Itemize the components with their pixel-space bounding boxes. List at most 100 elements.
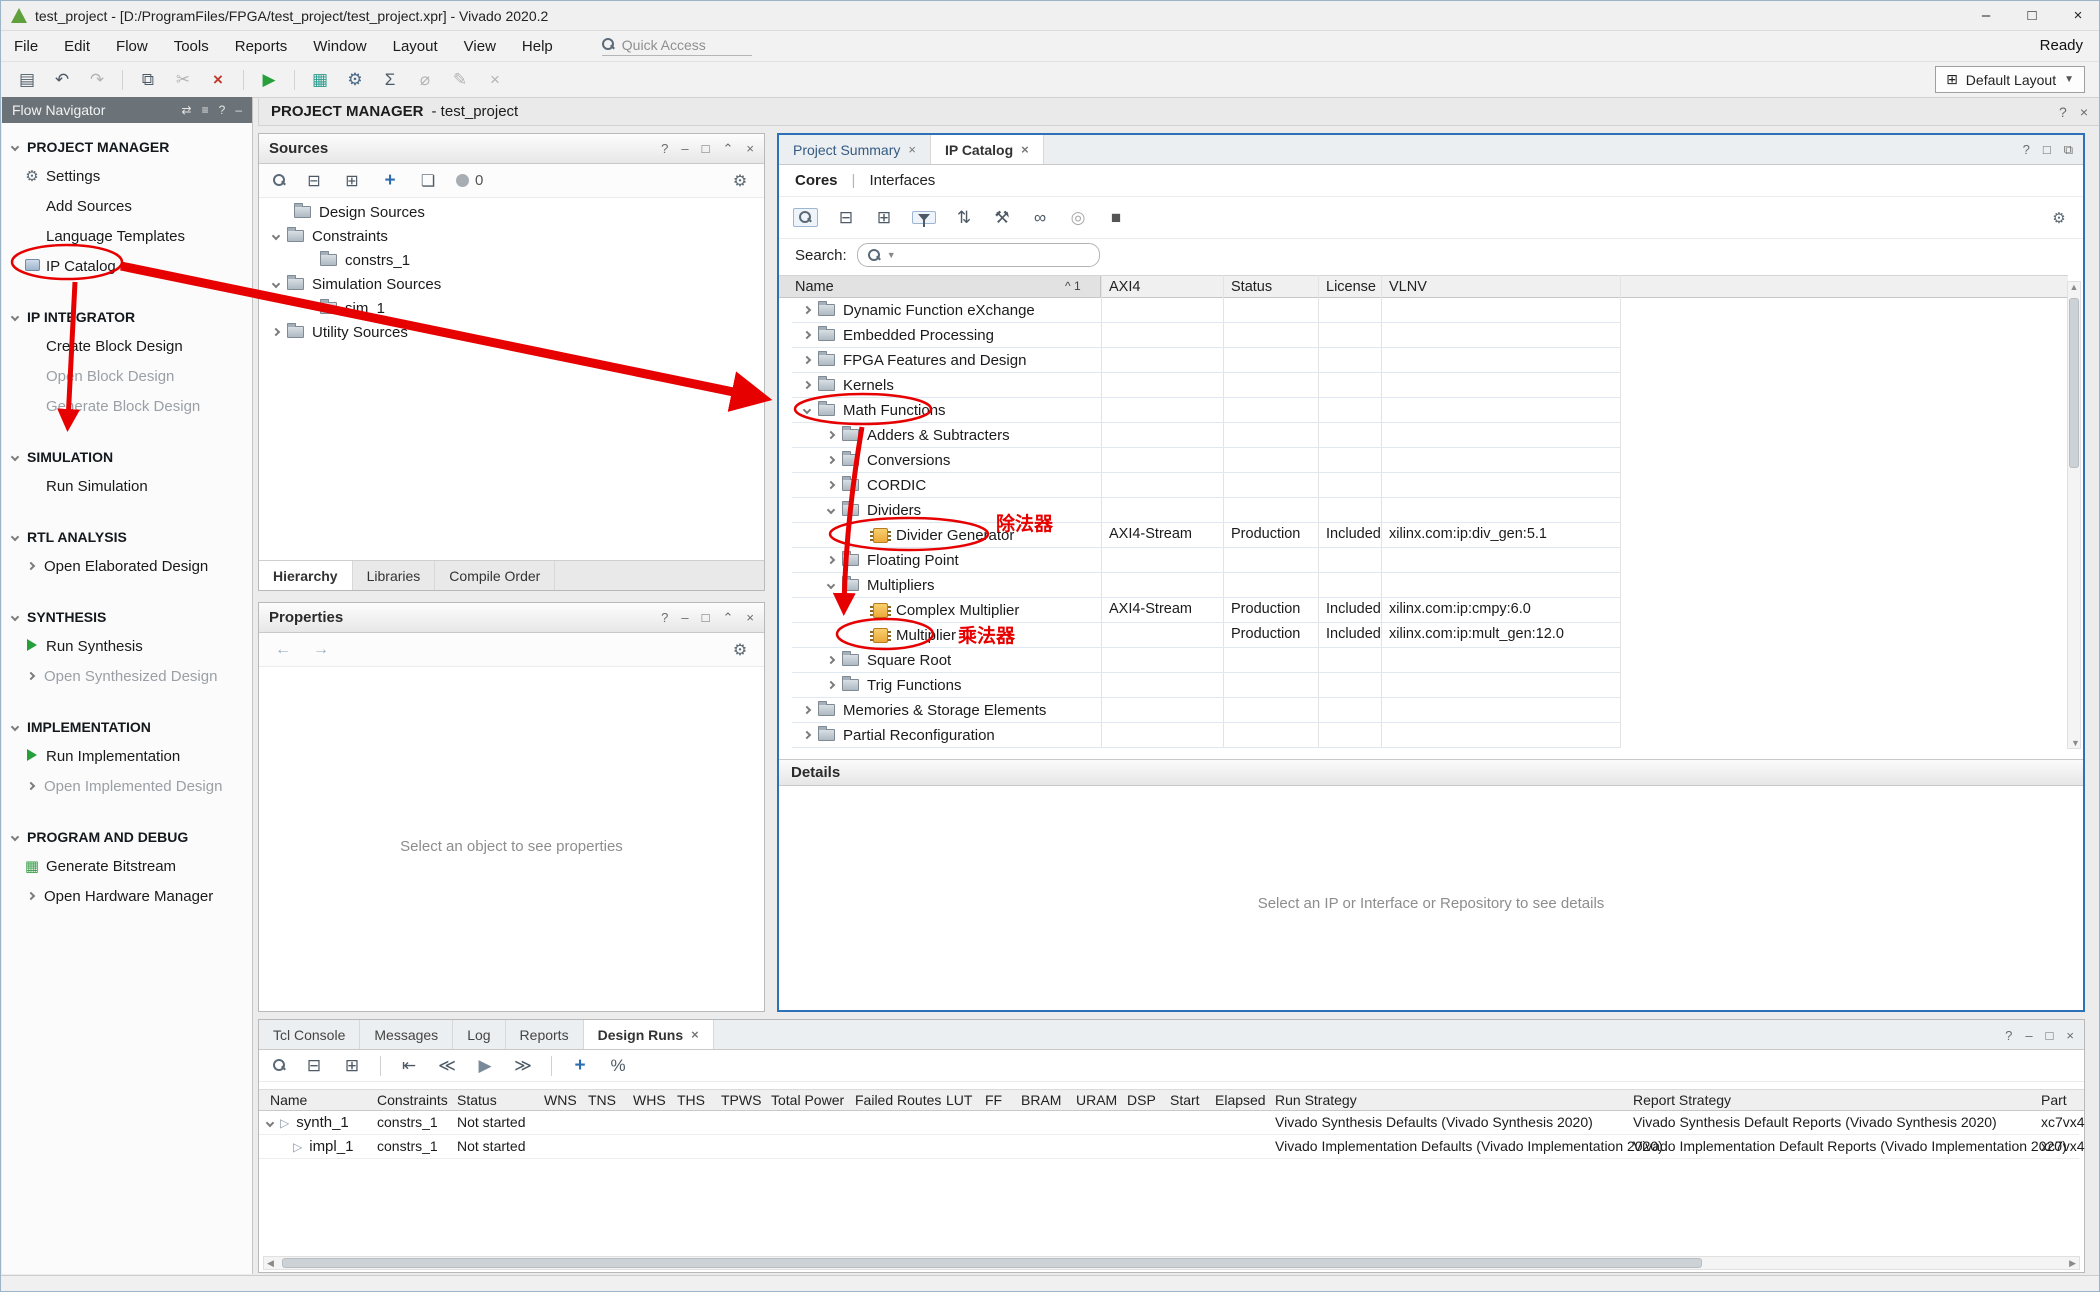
menu-file[interactable]: File	[1, 33, 51, 60]
play-icon[interactable]: ▶	[475, 1056, 495, 1076]
float-icon[interactable]: □	[2043, 142, 2051, 158]
search-toggle-button[interactable]	[793, 208, 818, 227]
edit-icon[interactable]: ✎	[450, 70, 470, 90]
minimize-icon[interactable]: –	[2025, 1028, 2032, 1043]
flownav-item-generate-block-design[interactable]: Generate Block Design	[2, 391, 252, 421]
column-header-tns[interactable]: TNS	[588, 1092, 616, 1108]
chevron-right-icon[interactable]	[803, 381, 811, 389]
flownav-item-add-sources[interactable]: Add Sources	[2, 191, 252, 221]
help-icon[interactable]: ?	[661, 610, 668, 626]
collapse-all-icon[interactable]: ⊟	[304, 1056, 324, 1076]
column-header-elapsed[interactable]: Elapsed	[1215, 1092, 1266, 1108]
close-icon[interactable]: ×	[908, 142, 916, 157]
column-header-wns[interactable]: WNS	[544, 1092, 577, 1108]
run-icon[interactable]: ▶	[259, 70, 279, 90]
ip-row-trig-functions[interactable]: Trig Functions	[792, 673, 1620, 698]
menu-reports[interactable]: Reports	[222, 33, 301, 60]
clear-icon[interactable]: ×	[485, 70, 505, 90]
column-header-name[interactable]: Name	[795, 279, 834, 295]
flownav-item-create-block-design[interactable]: Create Block Design	[2, 331, 252, 361]
percent-icon[interactable]: %	[608, 1056, 628, 1076]
ip-row-partial-reconfiguration[interactable]: Partial Reconfiguration	[792, 723, 1620, 748]
column-header-uram[interactable]: URAM	[1076, 1092, 1117, 1108]
minimize-button[interactable]: –	[1963, 1, 2009, 30]
gear-icon[interactable]: ⚙	[730, 171, 750, 191]
flownav-section-header-program-and-debug[interactable]: PROGRAM AND DEBUG	[2, 823, 252, 851]
close-icon[interactable]: ×	[746, 141, 754, 157]
scroll-left-icon[interactable]: ◀	[267, 1258, 274, 1269]
column-header-failed-routes[interactable]: Failed Routes	[855, 1092, 941, 1108]
flownav-item-open-implemented-design[interactable]: Open Implemented Design	[2, 771, 252, 801]
ip-row-conversions[interactable]: Conversions	[792, 448, 1620, 473]
swap-icon[interactable]: ⇄	[182, 103, 192, 117]
source-tree-item-constraints[interactable]: Constraints	[273, 224, 388, 248]
settings-icon[interactable]: ⚙	[345, 70, 365, 90]
flownav-item-open-block-design[interactable]: Open Block Design	[2, 361, 252, 391]
menu-layout[interactable]: Layout	[380, 33, 451, 60]
tab-project-summary[interactable]: Project Summary×	[779, 135, 931, 164]
tab-hierarchy[interactable]: Hierarchy	[259, 561, 353, 590]
column-header-report-strategy[interactable]: Report Strategy	[1633, 1092, 1731, 1108]
chevron-down-icon[interactable]	[827, 506, 835, 514]
column-header-dsp[interactable]: DSP	[1127, 1092, 1156, 1108]
column-header-total-power[interactable]: Total Power	[771, 1092, 844, 1108]
menu-tools[interactable]: Tools	[161, 33, 222, 60]
ip-row-dynamic-function-exchange[interactable]: Dynamic Function eXchange	[792, 298, 1620, 323]
cut-icon[interactable]: ✂	[173, 70, 193, 90]
copy-icon[interactable]: ⧉	[138, 70, 158, 90]
flownav-item-open-hardware-manager[interactable]: Open Hardware Manager	[2, 881, 252, 911]
column-header-lut[interactable]: LUT	[946, 1092, 972, 1108]
delete-icon[interactable]: ×	[208, 70, 228, 90]
column-header-name[interactable]: Name	[270, 1092, 307, 1108]
fast-forward-icon[interactable]: ≫	[513, 1056, 533, 1076]
chevron-right-icon[interactable]	[803, 306, 811, 314]
target-icon[interactable]: ◎	[1068, 208, 1088, 228]
ip-row-math-functions[interactable]: Math Functions	[792, 398, 1620, 423]
scrollbar-thumb[interactable]	[282, 1258, 1702, 1268]
float-icon[interactable]: □	[702, 610, 710, 626]
vertical-scrollbar[interactable]: ▲▼	[2067, 281, 2081, 749]
flownav-item-run-simulation[interactable]: Run Simulation	[2, 471, 252, 501]
ip-row-fpga-features-and-design[interactable]: FPGA Features and Design	[792, 348, 1620, 373]
maximize-icon[interactable]: ⧉	[2064, 142, 2073, 158]
flownav-item-generate-bitstream[interactable]: ▦Generate Bitstream	[2, 851, 252, 881]
column-header-ths[interactable]: THS	[677, 1092, 705, 1108]
chevron-right-icon[interactable]	[803, 356, 811, 364]
rewind-icon[interactable]: ≪	[437, 1056, 457, 1076]
expand-all-icon[interactable]: ⊞	[342, 171, 362, 191]
flownav-item-ip-catalog[interactable]: IP Catalog	[2, 251, 252, 281]
ip-row-divider-generator[interactable]: Divider GeneratorAXI4-StreamProductionIn…	[792, 523, 1620, 548]
ip-row-dividers[interactable]: Dividers	[792, 498, 1620, 523]
menu-flow[interactable]: Flow	[103, 33, 161, 60]
close-icon[interactable]: ×	[2080, 104, 2088, 120]
chevron-down-icon[interactable]	[803, 406, 811, 414]
tab-reports[interactable]: Reports	[506, 1020, 584, 1049]
chevron-down-icon[interactable]	[272, 232, 280, 240]
minimize-icon[interactable]: –	[681, 141, 688, 157]
report-icon[interactable]: ▦	[310, 70, 330, 90]
view-cores[interactable]: Cores	[795, 172, 838, 189]
redo-icon[interactable]: ↷	[87, 70, 107, 90]
flownav-section-header-implementation[interactable]: IMPLEMENTATION	[2, 713, 252, 741]
chevron-right-icon[interactable]	[827, 456, 835, 464]
save-icon[interactable]: ▤	[17, 70, 37, 90]
flownav-item-open-synthesized-design[interactable]: Open Synthesized Design	[2, 661, 252, 691]
column-divider[interactable]	[1620, 275, 1621, 748]
tab-libraries[interactable]: Libraries	[353, 561, 436, 590]
column-header-axi4[interactable]: AXI4	[1109, 279, 1140, 295]
chevron-right-icon[interactable]	[827, 481, 835, 489]
help-icon[interactable]: ?	[2059, 104, 2067, 120]
gear-icon[interactable]: ⚙	[730, 640, 750, 660]
column-header-bram[interactable]: BRAM	[1021, 1092, 1061, 1108]
undo-icon[interactable]: ↶	[52, 70, 72, 90]
chevron-right-icon[interactable]	[803, 706, 811, 714]
forward-icon[interactable]: →	[311, 641, 331, 659]
add-sources-icon[interactable]: +	[380, 170, 400, 192]
collapse-icon[interactable]: –	[235, 103, 242, 117]
column-header-ff[interactable]: FF	[985, 1092, 1002, 1108]
tab-ip-catalog[interactable]: IP Catalog×	[931, 135, 1044, 164]
ip-row-square-root[interactable]: Square Root	[792, 648, 1620, 673]
column-header-start[interactable]: Start	[1170, 1092, 1200, 1108]
sigma-icon[interactable]: Σ	[380, 70, 400, 90]
help-icon[interactable]: ?	[219, 103, 226, 117]
